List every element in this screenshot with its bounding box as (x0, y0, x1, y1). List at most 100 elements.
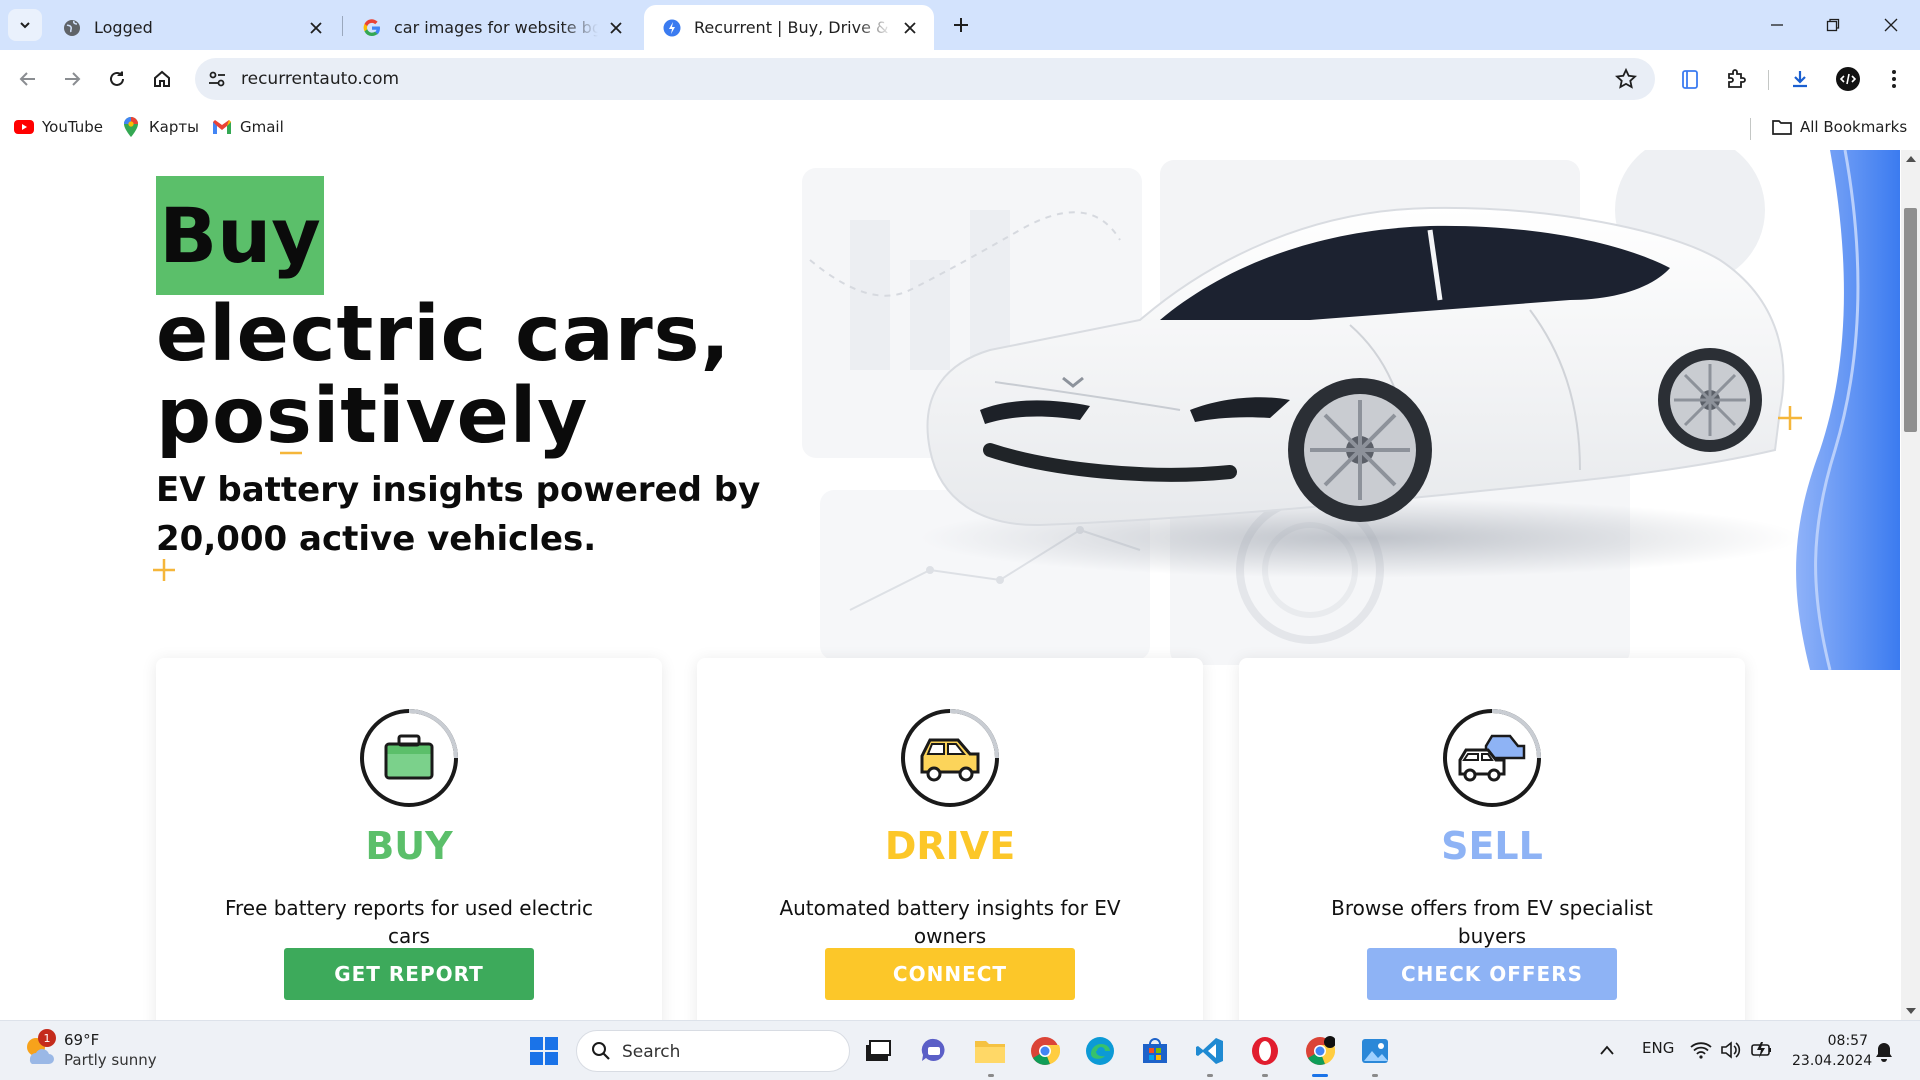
folder-icon (1772, 117, 1792, 137)
tab-recurrent[interactable]: Recurrent | Buy, Drive & Sell Ele (644, 5, 934, 50)
bookmark-gmail[interactable]: Gmail (212, 117, 284, 137)
close-window-button[interactable] (1876, 12, 1906, 38)
card-sell: SELL Browse offers from EV specialist bu… (1239, 658, 1745, 1020)
edge-button[interactable] (1082, 1033, 1118, 1069)
extensions-button[interactable] (1720, 63, 1752, 95)
volume-icon[interactable] (1720, 1041, 1742, 1059)
tab-search-button[interactable] (8, 9, 42, 41)
running-indicator (1207, 1074, 1213, 1077)
bookmark-youtube[interactable]: YouTube (14, 117, 103, 137)
bookmark-divider (1750, 118, 1751, 140)
hero-subtitle: EV battery insights powered by 20,000 ac… (156, 470, 761, 559)
card-description: Free battery reports for used electric c… (224, 896, 594, 948)
opera-button[interactable] (1247, 1033, 1283, 1069)
chevron-down-icon (20, 22, 30, 29)
store-button[interactable] (1137, 1033, 1173, 1069)
reading-list-button[interactable] (1674, 63, 1706, 95)
address-bar[interactable]: recurrentauto.com (195, 58, 1655, 100)
task-view-icon (866, 1040, 891, 1061)
card-title: BUY (365, 824, 453, 868)
avatar-icon (1836, 67, 1860, 91)
close-tab-icon[interactable] (900, 18, 920, 38)
chevron-up-icon[interactable] (1600, 1045, 1614, 1055)
edge-icon (1086, 1037, 1114, 1065)
tab-separator (342, 16, 343, 36)
profile-avatar[interactable] (1832, 63, 1864, 95)
google-icon (362, 18, 382, 38)
active-indicator (1312, 1074, 1328, 1077)
hero-title-line1: electric cars, (156, 290, 731, 379)
download-icon (1793, 71, 1807, 88)
chrome-taskbar-button[interactable] (1027, 1033, 1063, 1069)
restore-icon (1826, 18, 1840, 32)
bookmark-star-icon[interactable] (1615, 68, 1637, 90)
teams-chat-button[interactable] (916, 1033, 952, 1069)
search-icon (592, 1042, 610, 1060)
forward-button[interactable] (57, 64, 87, 94)
chat-icon (921, 1038, 945, 1061)
bookmark-label: Карты (149, 118, 199, 136)
reload-button[interactable] (102, 64, 132, 94)
back-button[interactable] (13, 64, 43, 94)
dash-decoration-icon (280, 451, 302, 455)
check-offers-button[interactable]: CHECK OFFERS (1367, 948, 1617, 1000)
reload-icon (110, 71, 124, 86)
browser-window: { "browser": { "tabs": [ {"title": "Logg… (0, 0, 1920, 1080)
store-icon (1143, 1038, 1167, 1063)
home-button[interactable] (147, 64, 177, 94)
windows-taskbar: 1 69°F Partly sunny Search ENG 08:57 23.… (0, 1020, 1920, 1080)
minimize-icon (1771, 24, 1783, 26)
tab-title: Recurrent | Buy, Drive & Sell Ele (694, 18, 892, 37)
more-vertical-icon (1892, 70, 1896, 88)
new-tab-button[interactable] (948, 12, 974, 38)
connect-button[interactable]: CONNECT (825, 948, 1075, 1000)
photos-button[interactable] (1357, 1033, 1393, 1069)
tab-google-search[interactable]: car images for website bg non (344, 5, 640, 50)
downloads-button[interactable] (1784, 63, 1816, 95)
arrow-right-icon (65, 72, 81, 86)
menu-button[interactable] (1878, 63, 1910, 95)
scroll-down-arrow-icon[interactable] (1906, 1008, 1916, 1014)
plus-icon (954, 18, 968, 32)
close-tab-icon[interactable] (306, 18, 326, 38)
close-tab-icon[interactable] (606, 18, 626, 38)
bookmarks-bar: YouTube Карты Gmail All Bookmarks (0, 108, 1920, 150)
tab-title: car images for website bg non (394, 18, 598, 37)
recurrent-bolt-icon (662, 18, 682, 38)
side-panel-icon (1682, 70, 1698, 89)
chrome-profile-icon (1306, 1036, 1335, 1065)
bookmark-maps[interactable]: Карты (121, 117, 199, 137)
search-label: Search (622, 1042, 681, 1062)
page-scrollbar[interactable] (1901, 150, 1920, 1020)
weather-condition: Partly sunny (64, 1051, 157, 1069)
file-explorer-button[interactable] (972, 1033, 1008, 1069)
card-title: DRIVE (884, 824, 1016, 868)
battery-charging-icon[interactable] (1750, 1040, 1774, 1060)
gmail-icon (212, 117, 232, 137)
running-indicator (1372, 1074, 1378, 1077)
get-report-button[interactable]: GET REPORT (284, 948, 534, 1000)
chrome-active-button[interactable] (1302, 1033, 1338, 1069)
notification-bell-icon[interactable] (1874, 1041, 1894, 1063)
site-info-icon[interactable] (207, 69, 227, 89)
running-indicator (1262, 1074, 1268, 1077)
hero-highlight-buy: Buy (156, 176, 324, 295)
weather-widget[interactable]: 1 69°F Partly sunny (22, 1029, 172, 1073)
start-button[interactable] (526, 1033, 562, 1069)
wifi-icon[interactable] (1690, 1041, 1712, 1059)
photos-icon (1362, 1039, 1388, 1063)
task-view-button[interactable] (860, 1033, 896, 1069)
system-clock[interactable]: 08:57 23.04.2024 (1792, 1031, 1872, 1071)
tab-logged[interactable]: Logged (44, 5, 340, 50)
language-indicator[interactable]: ENG (1642, 1039, 1674, 1057)
scroll-up-arrow-icon[interactable] (1906, 156, 1916, 162)
weather-badge: 1 (38, 1029, 56, 1047)
restore-button[interactable] (1818, 12, 1848, 38)
vscode-button[interactable] (1192, 1033, 1228, 1069)
all-bookmarks-button[interactable]: All Bookmarks (1772, 117, 1907, 137)
minimize-button[interactable] (1762, 12, 1792, 38)
taskbar-search[interactable]: Search (576, 1030, 850, 1072)
scrollbar-thumb[interactable] (1904, 208, 1917, 432)
youtube-icon (14, 117, 34, 137)
toolbar-divider (1768, 70, 1769, 90)
